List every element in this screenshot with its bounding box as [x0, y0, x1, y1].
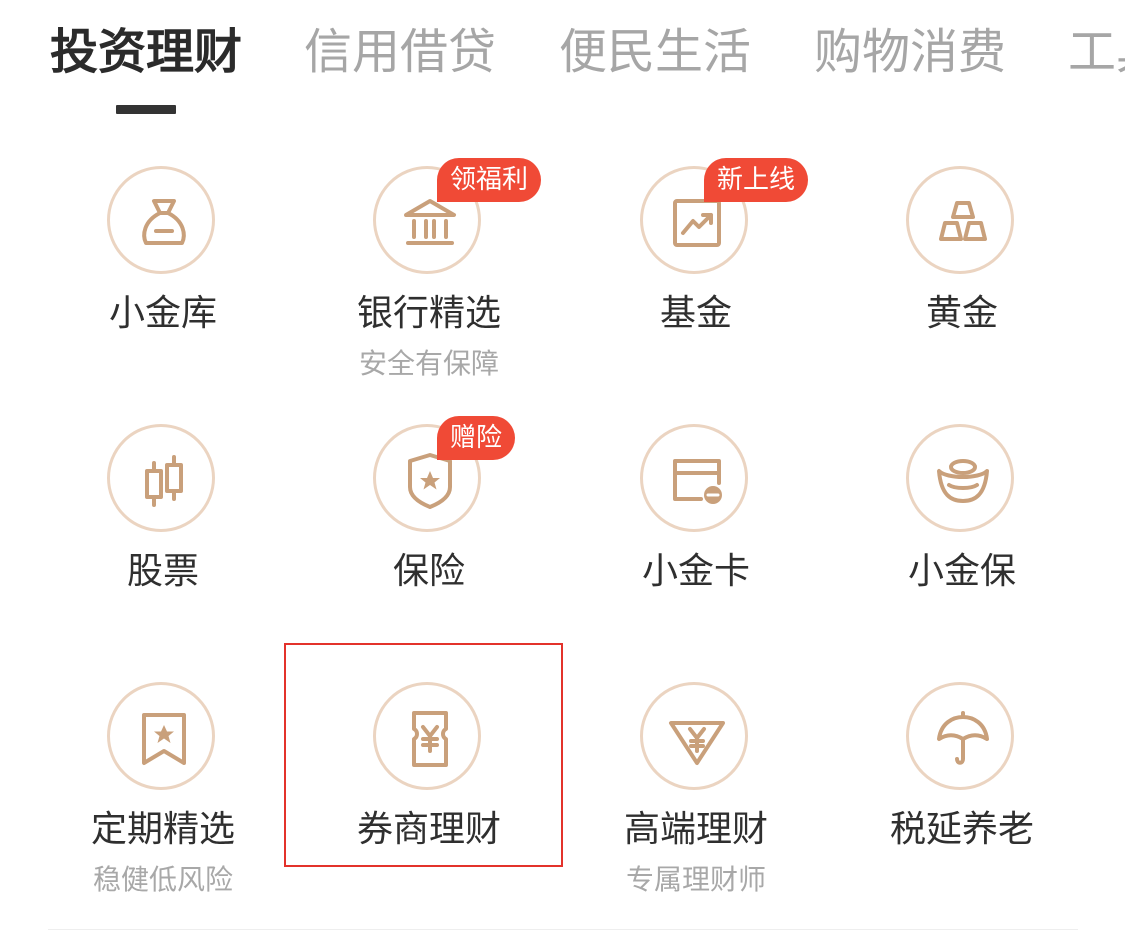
grid-item-tax-deferred-pension[interactable]: 税延养老 [842, 682, 1082, 912]
candlestick-icon [145, 455, 183, 507]
icon-circle [906, 682, 1014, 790]
icon-circle [107, 166, 215, 274]
icon-circle [906, 166, 1014, 274]
item-label: 银行精选 [356, 293, 501, 334]
item-label: 小金保 [907, 551, 1016, 592]
item-label: 股票 [126, 551, 199, 592]
card-icon [673, 459, 722, 504]
bottom-divider [48, 929, 1078, 930]
item-sublabel: 专属理财师 [625, 863, 766, 896]
grid-item-bank-selection[interactable]: 领福利 银行精选 安全有保障 [309, 158, 549, 396]
grid-item-xiaojinku[interactable]: 小金库 [43, 166, 283, 396]
item-label: 小金库 [108, 293, 217, 334]
grid-item-fixed-term[interactable]: 定期精选 稳健低风险 [43, 682, 283, 912]
money-bag-icon [142, 199, 186, 245]
bank-icon [404, 199, 456, 245]
promo-badge: 领福利 [437, 158, 542, 202]
item-label: 基金 [659, 293, 732, 334]
icon-circle [373, 682, 481, 790]
grid-item-fund[interactable]: 新上线 基金 [576, 158, 816, 396]
item-label: 税延养老 [889, 809, 1034, 850]
umbrella-icon [937, 711, 989, 765]
item-sublabel: 安全有保障 [358, 347, 499, 380]
shield-star-icon [408, 453, 452, 509]
item-label: 高端理财 [623, 809, 768, 850]
grid-item-stocks[interactable]: 股票 [43, 424, 283, 654]
icon-circle [107, 424, 215, 532]
icon-circle [640, 682, 748, 790]
grid-item-xiaojinka[interactable]: 小金卡 [576, 424, 816, 654]
icon-circle [906, 424, 1014, 532]
item-sublabel: 稳健低风险 [92, 863, 233, 896]
grid-item-xiaojinbao[interactable]: 小金保 [842, 424, 1082, 654]
item-label: 定期精选 [90, 809, 235, 850]
item-label: 券商理财 [356, 809, 501, 850]
yuan-ticket-icon [412, 711, 448, 767]
bookmark-star-icon [142, 713, 186, 765]
new-badge: 新上线 [704, 158, 809, 202]
grid-item-insurance[interactable]: 赠险 保险 [309, 416, 549, 654]
grid-item-gold[interactable]: 黄金 [842, 166, 1082, 396]
item-label: 黄金 [925, 293, 998, 334]
grid-item-broker-wealth[interactable]: 券商理财 [309, 682, 549, 912]
gift-badge: 赠险 [437, 416, 516, 460]
service-grid: 小金库 领福利 银行精选 安全有保障 新上线 基金 黄金 股票 赠险 保险 小金… [0, 0, 1125, 951]
gold-bars-icon [939, 201, 987, 241]
gold-ingot-icon [937, 459, 989, 503]
icon-circle [107, 682, 215, 790]
item-label: 保险 [392, 551, 465, 592]
fund-chart-icon [673, 199, 721, 247]
item-label: 小金卡 [641, 551, 750, 592]
grid-item-premium-wealth[interactable]: 高端理财 专属理财师 [576, 682, 816, 912]
icon-circle [640, 424, 748, 532]
diamond-yuan-icon [669, 721, 725, 765]
